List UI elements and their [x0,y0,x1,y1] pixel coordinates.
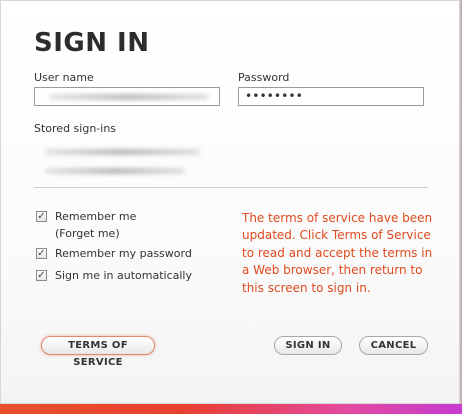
remember-password-label: Remember my password [55,247,192,260]
dialog-title: SIGN IN [34,28,150,58]
remember-me-label: Remember me [55,210,137,223]
sign-in-dialog: SIGN IN User name Password •••••••• Stor… [0,0,460,404]
cancel-button[interactable]: CANCEL [359,336,428,355]
terms-updated-notice: The terms of service have been updated. … [242,211,433,295]
remember-me-checkbox[interactable]: ✓ [36,211,47,222]
auto-signin-label: Sign me in automatically [55,269,192,282]
accent-bar [0,404,462,414]
stored-signin-entry[interactable] [45,168,185,174]
username-redacted [49,94,209,100]
stored-signins-label: Stored sign-ins [34,122,117,135]
terms-of-service-button[interactable]: TERMS OF SERVICE [41,336,155,368]
stored-signin-entry[interactable] [45,149,200,155]
divider [34,187,428,188]
auto-signin-checkbox[interactable]: ✓ [36,270,47,281]
username-label: User name [34,71,94,84]
remember-password-checkbox[interactable]: ✓ [36,248,47,259]
password-label: Password [238,71,290,84]
username-field[interactable] [34,87,220,106]
sign-in-button[interactable]: SIGN IN [274,336,342,355]
password-field[interactable]: •••••••• [238,87,424,106]
forget-me-link[interactable]: (Forget me) [55,227,120,240]
